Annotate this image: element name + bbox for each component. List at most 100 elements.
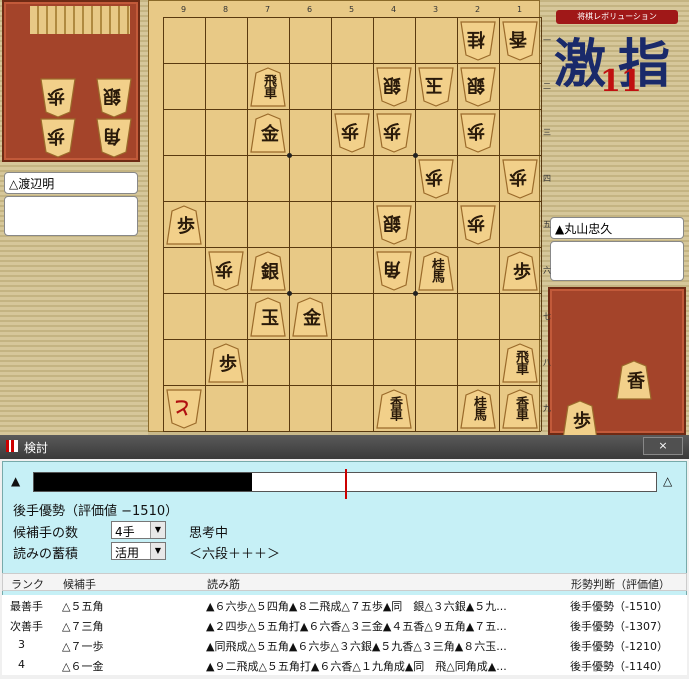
grid-line xyxy=(247,17,248,431)
grid-line xyxy=(457,17,458,431)
gote-player-name: △渡辺明 xyxy=(4,172,138,194)
rank-label: 一 xyxy=(543,36,551,45)
line-cell: ▲２四歩△５五角打▲６六香△３三金▲４五香△９五角▲７五... xyxy=(206,620,507,633)
eval-cell: 後手優勢（-1307） xyxy=(570,620,668,633)
shogi-piece[interactable]: 香車 xyxy=(376,389,412,429)
star-point xyxy=(287,291,292,296)
move-cell: △６一金 xyxy=(62,660,104,673)
gote-hand-piece[interactable]: 角 xyxy=(96,118,132,158)
rank-label: 三 xyxy=(543,128,551,137)
shogi-piece[interactable]: 桂馬 xyxy=(460,389,496,429)
shogi-piece[interactable]: 銀 xyxy=(376,67,412,107)
file-label: 3 xyxy=(433,5,439,14)
shogi-piece[interactable]: 飛車 xyxy=(502,343,538,383)
shogi-piece[interactable]: 歩 xyxy=(502,159,538,199)
shogi-piece[interactable]: 金 xyxy=(292,297,328,337)
star-point xyxy=(413,153,418,158)
grid-line xyxy=(163,109,541,110)
sente-hand-piece[interactable]: 歩 xyxy=(562,400,598,440)
table-row[interactable]: 3 △７一歩 ▲同飛成△５五角▲６六歩△３六銀▲５九香△３三角▲８六玉... 後手優勢… xyxy=(2,635,687,655)
grid-line xyxy=(205,17,206,431)
grid-line xyxy=(163,431,541,432)
close-button[interactable]: × xyxy=(643,437,683,455)
grid-line xyxy=(163,17,541,18)
grid-line xyxy=(163,155,541,156)
gote-hand-piece[interactable]: 銀 xyxy=(96,78,132,118)
move-cell: △７三角 xyxy=(62,620,104,633)
chevron-down-icon: ▼ xyxy=(150,522,165,538)
shogi-board: 9 8 7 6 5 4 3 2 1 一二三四五六七八九桂香飛車銀玉銀金歩歩歩歩歩歩銀歩歩銀角桂馬歩… xyxy=(148,0,551,432)
file-label: 2 xyxy=(475,5,481,14)
candidates-label: 候補手の数 xyxy=(13,526,79,541)
shogi-piece[interactable]: 香 xyxy=(502,21,538,61)
shogi-piece[interactable]: 歩 xyxy=(418,159,454,199)
sente-hand-piece[interactable]: 香 xyxy=(616,360,652,400)
col-line[interactable]: 読み筋 xyxy=(207,576,240,592)
rank-cell: 4 xyxy=(18,658,25,671)
shogi-piece[interactable]: 歩 xyxy=(334,113,370,153)
shogi-piece[interactable]: 歩 xyxy=(460,113,496,153)
accumulate-label: 読みの蓄積 xyxy=(13,547,79,562)
window-title: 検討 xyxy=(24,441,49,455)
grid-line xyxy=(163,385,541,386)
accumulate-value: 活用 xyxy=(115,546,140,560)
move-cell: △５五角 xyxy=(62,600,104,613)
rank-label: 五 xyxy=(543,220,551,229)
shogi-piece[interactable]: 歩 xyxy=(460,205,496,245)
table-row[interactable]: 次善手 △７三角 ▲２四歩△５五角打▲６六香△３三金▲４五香△９五角▲７五... 後手… xyxy=(2,615,687,635)
shogi-piece[interactable]: 香車 xyxy=(502,389,538,429)
sente-triangle-icon: ▲ xyxy=(11,474,21,488)
gote-hand-piece[interactable]: 歩 xyxy=(40,118,76,158)
eval-bar-fill xyxy=(34,473,252,491)
rank-label: 八 xyxy=(543,358,551,367)
grid-line xyxy=(163,63,541,64)
grid-line xyxy=(331,17,332,431)
eval-status: 後手優勢（評価値 −1510） xyxy=(13,504,179,519)
star-point xyxy=(287,153,292,158)
file-label: 6 xyxy=(307,5,313,14)
gote-pawn-stack xyxy=(30,6,130,34)
table-row[interactable]: 4 △６一金 ▲９二飛成△５五角打▲６六香△１九角成▲同 飛△同角成▲... 後手優勢… xyxy=(2,655,687,675)
shogi-piece[interactable]: 銀 xyxy=(460,67,496,107)
rank-label: 六 xyxy=(543,266,551,275)
rank-cell: 3 xyxy=(18,638,25,651)
shogi-piece[interactable]: 歩 xyxy=(166,205,202,245)
rank-label: 二 xyxy=(543,82,551,91)
file-label: 1 xyxy=(517,5,523,14)
shogi-piece[interactable]: 銀 xyxy=(250,251,286,291)
grid-line xyxy=(163,17,164,431)
shogi-piece[interactable]: 銀 xyxy=(376,205,412,245)
shogi-piece[interactable]: 飛車 xyxy=(250,67,286,107)
col-move[interactable]: 候補手 xyxy=(63,576,96,592)
eval-cell: 後手優勢（-1210） xyxy=(570,640,668,653)
shogi-piece[interactable]: 桂馬 xyxy=(418,251,454,291)
table-header: ランク 候補手 読み筋 形勢判断（評価値） xyxy=(2,573,687,591)
shogi-piece[interactable]: 玉 xyxy=(418,67,454,107)
shogi-piece[interactable]: 角 xyxy=(376,251,412,291)
col-rank[interactable]: ランク xyxy=(11,576,44,592)
eval-bar xyxy=(33,469,657,499)
line-cell: ▲同飛成△５五角▲６六歩△３六銀▲５九香△３三角▲８六玉... xyxy=(206,640,507,653)
thinking-status: 思考中 xyxy=(189,526,229,541)
shogi-piece[interactable]: と xyxy=(166,389,202,429)
shogi-piece[interactable]: 歩 xyxy=(208,251,244,291)
accumulate-select[interactable]: 活用 ▼ xyxy=(111,542,166,560)
col-eval[interactable]: 形勢判断（評価値） xyxy=(571,576,670,592)
shogi-piece[interactable]: 玉 xyxy=(250,297,286,337)
shogi-piece[interactable]: 歩 xyxy=(502,251,538,291)
shogi-piece[interactable]: 金 xyxy=(250,113,286,153)
candidates-select[interactable]: 4手 ▼ xyxy=(111,521,166,539)
grid-line xyxy=(163,201,541,202)
rank-cell: 次善手 xyxy=(10,620,43,633)
shogi-piece[interactable]: 歩 xyxy=(376,113,412,153)
shogi-piece[interactable]: 歩 xyxy=(208,343,244,383)
grid-line xyxy=(163,293,541,294)
game-logo: 将棋レボリューション 激 指 11 xyxy=(548,8,686,108)
gote-hand-piece[interactable]: 歩 xyxy=(40,78,76,118)
sente-info-box xyxy=(550,241,684,281)
rank-label: 四 xyxy=(543,174,551,183)
shogi-piece[interactable]: 桂 xyxy=(460,21,496,61)
board-grid: 9 8 7 6 5 4 3 2 1 一二三四五六七八九桂香飛車銀玉銀金歩歩歩歩歩歩銀歩歩銀角桂馬歩… xyxy=(163,5,551,432)
table-row[interactable]: 最善手 △５五角 ▲６六歩△５四角▲８二飛成△７五歩▲同 銀△３六銀▲５九... 後手… xyxy=(2,595,687,615)
star-point xyxy=(413,291,418,296)
